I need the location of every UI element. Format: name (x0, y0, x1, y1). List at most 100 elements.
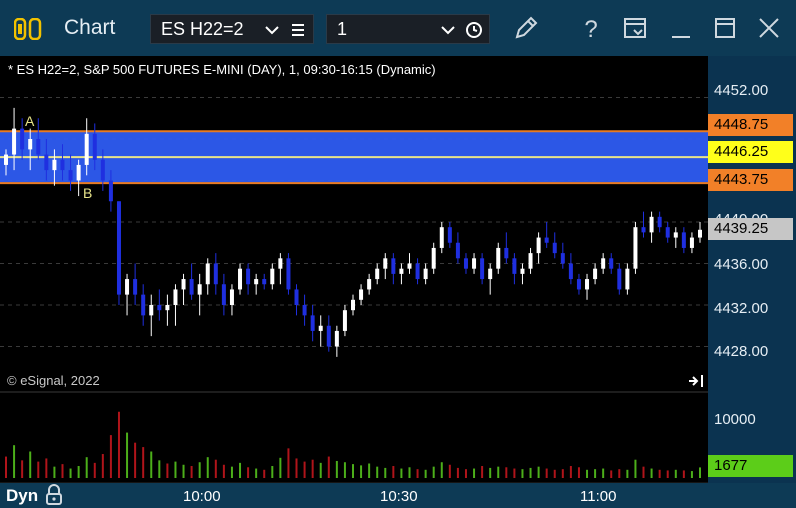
candle-body (641, 227, 646, 233)
candle-body (213, 263, 218, 285)
candle-body (342, 310, 347, 331)
candle-body (593, 268, 598, 280)
candle-body (181, 279, 186, 290)
candle-body (601, 258, 606, 269)
candle-body (36, 139, 41, 155)
volume-tag: 1677 (708, 455, 793, 477)
candle-body (480, 258, 485, 280)
candle-body (197, 284, 202, 295)
candle-body (439, 227, 444, 248)
candle-body (205, 263, 210, 285)
price-tag-lower: 4443.75 (708, 169, 793, 191)
lock-icon[interactable] (44, 484, 64, 506)
candle-body (125, 279, 130, 295)
candle-body (100, 159, 105, 181)
candle-body (391, 258, 396, 274)
candle-body (84, 133, 89, 165)
candle-body (310, 315, 315, 331)
candle-body (108, 180, 113, 202)
candle-body (326, 325, 331, 347)
price-axis-label: 4428.00 (714, 343, 769, 360)
candle-body (28, 139, 33, 150)
candle-body (698, 229, 702, 238)
price-axis-label: 4436.00 (714, 256, 769, 273)
candle-body (520, 268, 525, 274)
dyn-mode-label[interactable]: Dyn (6, 486, 38, 506)
price-tag-upper: 4448.75 (708, 114, 793, 136)
time-label: 10:30 (380, 488, 418, 505)
candle-body (278, 258, 283, 269)
candle-body (254, 279, 259, 285)
candle-body (673, 232, 678, 238)
candle-body (568, 263, 573, 280)
candle-body (689, 237, 694, 248)
candle-body (221, 284, 226, 305)
candle-body (246, 268, 251, 285)
candle-body (431, 247, 436, 269)
candle-body (165, 305, 170, 311)
time-label: 10:00 (183, 488, 221, 505)
candle-body (488, 268, 493, 280)
candle-body (657, 216, 662, 228)
candle-body (649, 216, 654, 233)
candle-body (528, 253, 533, 269)
candle-body (455, 242, 460, 259)
candle-body (238, 268, 243, 290)
candle-body (20, 128, 25, 150)
candle-body (270, 268, 275, 285)
candle-body (585, 279, 590, 290)
candle-body (149, 305, 154, 316)
candle-body (76, 164, 81, 181)
candle-body (407, 263, 412, 269)
candle-body (334, 330, 339, 347)
candle-body (133, 279, 138, 295)
chart-header: * ES H22=2, S&P 500 FUTURES E-MINI (DAY)… (8, 62, 436, 77)
candle-body (552, 242, 557, 254)
candle-body (12, 128, 17, 155)
candle-body (681, 232, 686, 248)
price-axis-label: 4432.00 (714, 300, 769, 317)
candle-body (189, 279, 194, 295)
candle-body (302, 305, 307, 316)
price-tag-last: 4439.25 (708, 218, 793, 240)
candle-body (68, 170, 73, 181)
candle-body (318, 325, 323, 331)
candle-body (157, 305, 162, 311)
candle-body (576, 279, 581, 290)
chart-window: Chart ES H22=2 1 ? A B * ES H22=2, S&P 5… (0, 0, 796, 508)
candle-body (447, 227, 452, 243)
candle-body (617, 268, 622, 290)
candle-body (286, 258, 291, 290)
candle-body (52, 159, 57, 171)
candle-body (262, 279, 267, 285)
candle-body (399, 268, 404, 274)
candle-body (44, 154, 49, 171)
candle-body (351, 299, 355, 311)
candle-body (665, 227, 670, 238)
candle-body (544, 237, 549, 243)
watermark: © eSignal, 2022 (7, 373, 100, 388)
time-label: 11:00 (580, 488, 617, 505)
candle-body (375, 268, 380, 280)
annotation-b: B (83, 185, 92, 201)
candle-body (536, 237, 541, 254)
candle-body (294, 289, 299, 305)
candle-body (60, 159, 65, 171)
volume-axis-label: 10000 (714, 411, 756, 428)
candle-body (359, 289, 364, 300)
price-tag-mid: 4446.25 (708, 141, 793, 163)
candle-body (633, 227, 638, 269)
candle-body (512, 258, 517, 274)
candle-body (463, 258, 468, 269)
candle-body (415, 263, 420, 280)
candle-body (496, 247, 501, 269)
candle-body (560, 253, 565, 264)
candle-body (229, 289, 234, 305)
candle-body (92, 133, 97, 160)
candle-body (383, 258, 388, 269)
candle-body (504, 247, 509, 259)
annotation-a: A (25, 113, 35, 129)
candle-body (173, 289, 178, 305)
candle-body (423, 268, 428, 280)
candle-body (609, 258, 614, 269)
